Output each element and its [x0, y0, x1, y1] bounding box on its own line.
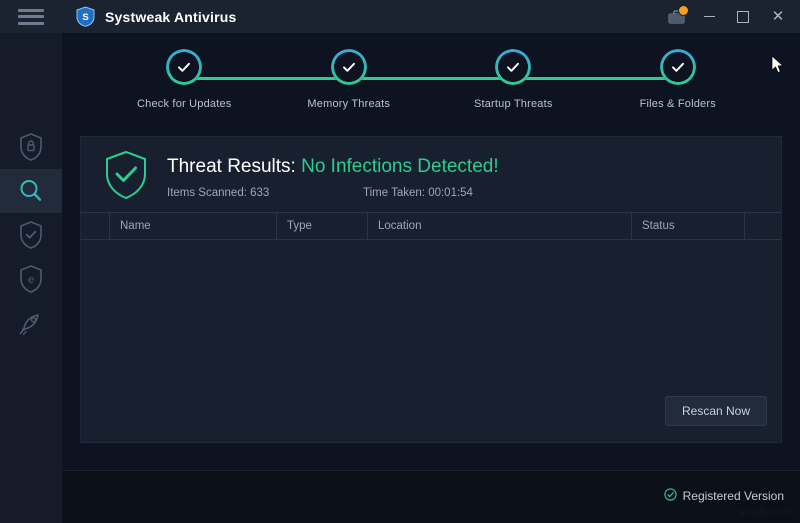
sidebar-item-protection[interactable]	[0, 125, 62, 169]
threat-results-text: Threat Results: No Infections Detected! …	[167, 156, 499, 199]
registered-status: Registered Version	[664, 488, 784, 504]
watermark: wsxdn.com	[737, 507, 792, 518]
app-title: Systweak Antivirus	[105, 9, 236, 25]
table-body-empty	[81, 240, 781, 405]
minimize-glyph	[704, 16, 715, 17]
step-circle	[166, 49, 202, 85]
hamburger-bar	[18, 9, 44, 12]
step-files-and-folders: Files & Folders	[596, 49, 761, 110]
check-icon	[175, 58, 193, 76]
scan-progress-stepper: Check for Updates Memory Threats	[102, 33, 760, 137]
close-icon: ✕	[772, 9, 785, 24]
step-label: Memory Threats	[267, 98, 432, 110]
step-label: Files & Folders	[596, 98, 761, 110]
step-startup-threats: Startup Threats	[431, 49, 596, 110]
rescan-now-button[interactable]: Rescan Now	[665, 396, 767, 426]
shield-lock-icon	[18, 132, 44, 162]
threat-results-value: No Infections Detected!	[301, 156, 499, 177]
step-label: Startup Threats	[431, 98, 596, 110]
hamburger-icon[interactable]	[18, 9, 44, 25]
toolbox-icon[interactable]	[662, 0, 692, 33]
table-header-row: Name Type Location Status	[81, 212, 781, 240]
main-content: Check for Updates Memory Threats	[62, 33, 800, 523]
notification-badge	[678, 5, 689, 16]
step-memory-threats: Memory Threats	[267, 49, 432, 110]
threat-results-title: Threat Results: No Infections Detected!	[167, 156, 499, 178]
sidebar-item-optimize[interactable]	[0, 301, 62, 345]
sidebar-item-scan[interactable]	[0, 169, 62, 213]
threat-results-header: Threat Results: No Infections Detected! …	[81, 137, 781, 199]
step-label: Check for Updates	[102, 98, 267, 110]
column-type[interactable]: Type	[277, 213, 368, 239]
column-select[interactable]	[81, 213, 110, 239]
step-circle	[660, 49, 696, 85]
sidebar-item-realtime[interactable]	[0, 213, 62, 257]
items-scanned: Items Scanned: 633	[167, 187, 363, 199]
threat-table: Name Type Location Status	[81, 212, 781, 405]
status-footer: Registered Version wsxdn.com	[62, 471, 800, 523]
sidebar: e	[0, 0, 63, 523]
shield-check-icon	[18, 220, 44, 250]
hamburger-bar	[18, 22, 44, 25]
threat-results-label: Threat Results:	[167, 156, 296, 177]
hamburger-bar	[18, 15, 44, 18]
check-circle-icon	[664, 488, 677, 504]
column-location[interactable]: Location	[368, 213, 632, 239]
sidebar-items: e	[0, 125, 62, 345]
column-status[interactable]: Status	[632, 213, 745, 239]
threat-results-meta: Items Scanned: 633 Time Taken: 00:01:54	[167, 187, 499, 199]
column-name[interactable]: Name	[110, 213, 277, 239]
shield-exploit-icon: e	[18, 264, 44, 294]
check-icon	[340, 58, 358, 76]
step-circle	[495, 49, 531, 85]
search-icon	[17, 177, 45, 205]
maximize-glyph	[737, 11, 749, 23]
app-logo-icon: S	[76, 6, 95, 27]
check-icon	[504, 58, 522, 76]
rocket-icon	[17, 309, 45, 337]
registered-label: Registered Version	[683, 489, 784, 503]
threat-results-panel: Threat Results: No Infections Detected! …	[80, 136, 782, 443]
svg-text:S: S	[82, 12, 88, 23]
panel-footer: Rescan Now	[81, 396, 781, 442]
time-taken: Time Taken: 00:01:54	[363, 187, 473, 199]
close-button[interactable]: ✕	[760, 0, 796, 33]
antivirus-window: e S S	[0, 0, 800, 523]
svg-text:e: e	[28, 274, 34, 286]
column-extra	[745, 213, 781, 239]
title-bar: S Systweak Antivirus ✕	[62, 0, 800, 33]
check-icon	[669, 58, 687, 76]
maximize-button[interactable]	[726, 0, 760, 33]
step-circle	[331, 49, 367, 85]
sidebar-item-exploit[interactable]: e	[0, 257, 62, 301]
minimize-button[interactable]	[692, 0, 726, 33]
sidebar-header	[0, 0, 62, 33]
shield-check-icon	[103, 149, 149, 206]
window-controls: ✕	[662, 0, 800, 33]
step-check-for-updates: Check for Updates	[102, 49, 267, 110]
